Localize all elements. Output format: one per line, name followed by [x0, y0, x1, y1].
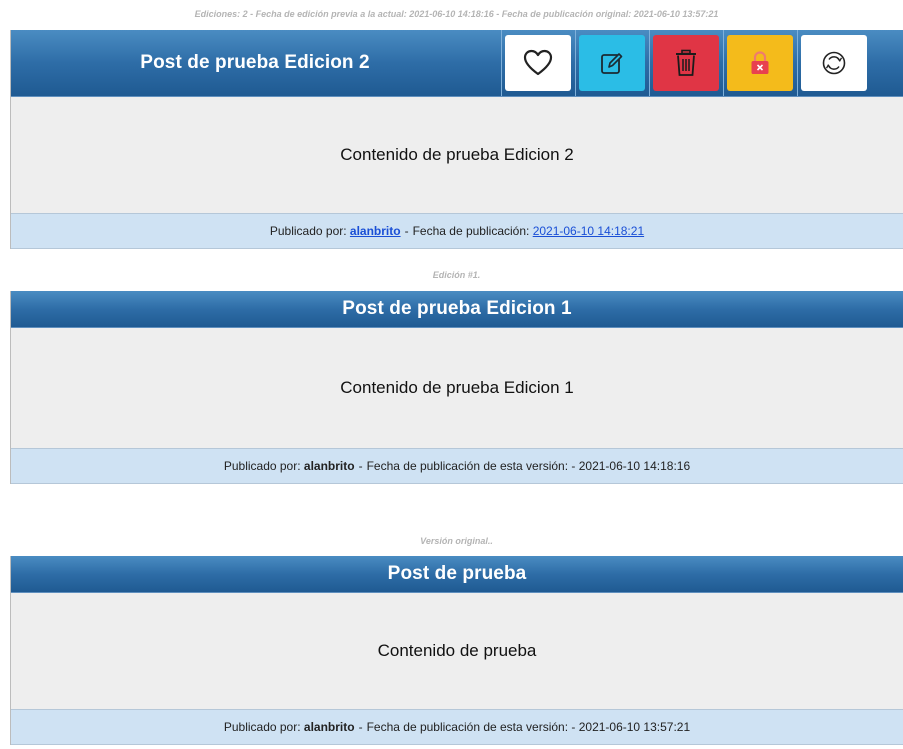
publish-date: 2021-06-10 14:18:16	[578, 459, 691, 473]
author-name: alanbrito	[303, 720, 355, 734]
separator: -	[358, 459, 363, 473]
edition-1-post: Post de prueba Edicion 1 Contenido de pr…	[10, 291, 903, 484]
post-content: Contenido de prueba Edicion 1	[11, 327, 903, 448]
publish-date-label: Fecha de publicación de esta versión: -	[366, 459, 576, 473]
post-footer: Publicado por: alanbrito - Fecha de public…	[11, 213, 903, 249]
publish-date: 2021-06-10 13:57:21	[578, 720, 691, 734]
edit-button[interactable]	[575, 30, 647, 96]
post-title: Post de prueba Edicion 2	[140, 52, 370, 73]
edit-info-meta: Ediciones: 2 - Fecha de edición previa a…	[194, 9, 719, 19]
published-by-label: Publicado por:	[269, 224, 347, 238]
post-header: Post de prueba Edicion 1	[11, 291, 903, 327]
original-version-label: Versión original..	[420, 536, 493, 546]
published-by-label: Publicado por:	[223, 720, 301, 734]
pencil-square-icon	[600, 53, 622, 74]
post-actions	[499, 30, 903, 96]
delete-button[interactable]	[649, 30, 721, 96]
publish-date-label: Fecha de publicación de esta versión: -	[366, 720, 576, 734]
separator: -	[404, 224, 409, 238]
published-by-label: Publicado por:	[223, 459, 301, 473]
post-title: Post de prueba Edicion 1	[342, 298, 572, 319]
post-content: Contenido de prueba	[11, 592, 903, 709]
separator: -	[358, 720, 363, 734]
post-header: Post de prueba	[11, 556, 903, 592]
publish-date-link[interactable]: 2021-06-10 14:18:21	[533, 224, 644, 238]
post-content: Contenido de prueba Edicion 2	[11, 96, 903, 213]
publish-date-label: Fecha de publicación:	[412, 224, 530, 238]
like-button[interactable]	[501, 30, 573, 96]
author-link[interactable]: alanbrito	[350, 224, 401, 238]
lock-icon	[751, 51, 768, 74]
author-name: alanbrito	[303, 459, 355, 473]
history-icon	[822, 51, 845, 75]
post-footer: Publicado por: alanbrito - Fecha de public…	[11, 709, 903, 745]
post-header: Post de prueba Edicion 2	[11, 30, 903, 96]
original-post: Post de prueba Contenido de prueba Publi…	[10, 556, 903, 745]
history-button[interactable]	[797, 30, 869, 96]
heart-icon	[523, 49, 552, 76]
current-post: Post de prueba Edicion 2 Contenido de pr…	[10, 30, 903, 249]
edition-label: Edición #1.	[432, 270, 481, 280]
post-footer: Publicado por: alanbrito - Fecha de public…	[11, 448, 903, 484]
trash-icon	[675, 49, 696, 76]
lock-button[interactable]	[723, 30, 795, 96]
post-title: Post de prueba	[387, 563, 527, 584]
